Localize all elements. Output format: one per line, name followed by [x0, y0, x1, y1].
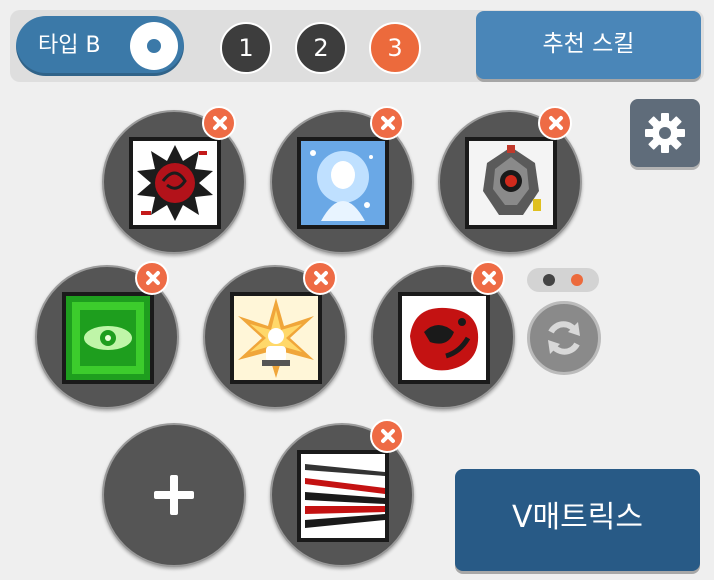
toggle-knob[interactable]: [130, 22, 178, 70]
type-toggle-label: 타입 B: [38, 33, 101, 58]
skill-slot[interactable]: [270, 419, 414, 567]
remove-skill-button[interactable]: [471, 261, 505, 295]
red-dragon-skill-icon[interactable]: [398, 292, 490, 384]
settings-button[interactable]: [630, 99, 700, 167]
toggle-knob-dot: [147, 39, 161, 53]
page-indicator-dot[interactable]: [543, 274, 555, 286]
gray-mech-eye-skill-icon[interactable]: [465, 137, 557, 229]
dark-red-sigil-skill-icon[interactable]: [129, 137, 221, 229]
add-skill-slot[interactable]: [102, 423, 246, 567]
recommend-skill-button[interactable]: 추천 스킬: [476, 11, 701, 79]
refresh-icon: [548, 321, 580, 355]
skill-slot[interactable]: [35, 261, 179, 409]
page-1-button[interactable]: 1: [220, 22, 272, 74]
page-2-button[interactable]: 2: [295, 22, 347, 74]
skill-slot[interactable]: [203, 261, 347, 409]
v-matrix-button[interactable]: V매트릭스: [455, 469, 700, 571]
remove-skill-button[interactable]: [370, 106, 404, 140]
type-toggle[interactable]: 타입 B: [16, 16, 184, 76]
gear-icon: [645, 113, 685, 153]
red-black-blades-skill-icon[interactable]: [297, 450, 389, 542]
page-3-button[interactable]: 3: [369, 22, 421, 74]
page-indicator-dot-active[interactable]: [571, 274, 583, 286]
blue-spirit-skill-icon[interactable]: [297, 137, 389, 229]
green-eye-skill-icon[interactable]: [62, 292, 154, 384]
skill-slot[interactable]: [371, 261, 515, 409]
remove-skill-button[interactable]: [202, 106, 236, 140]
page-indicator: [527, 268, 599, 292]
remove-skill-button[interactable]: [370, 419, 404, 453]
rotate-preset-button[interactable]: [527, 301, 601, 375]
golden-radiance-skill-icon[interactable]: [230, 292, 322, 384]
skill-slot[interactable]: [102, 106, 246, 254]
remove-skill-button[interactable]: [538, 106, 572, 140]
remove-skill-button[interactable]: [303, 261, 337, 295]
skill-slot[interactable]: [270, 106, 414, 254]
skill-slot[interactable]: [438, 106, 582, 254]
remove-skill-button[interactable]: [135, 261, 169, 295]
plus-icon: [154, 475, 194, 515]
